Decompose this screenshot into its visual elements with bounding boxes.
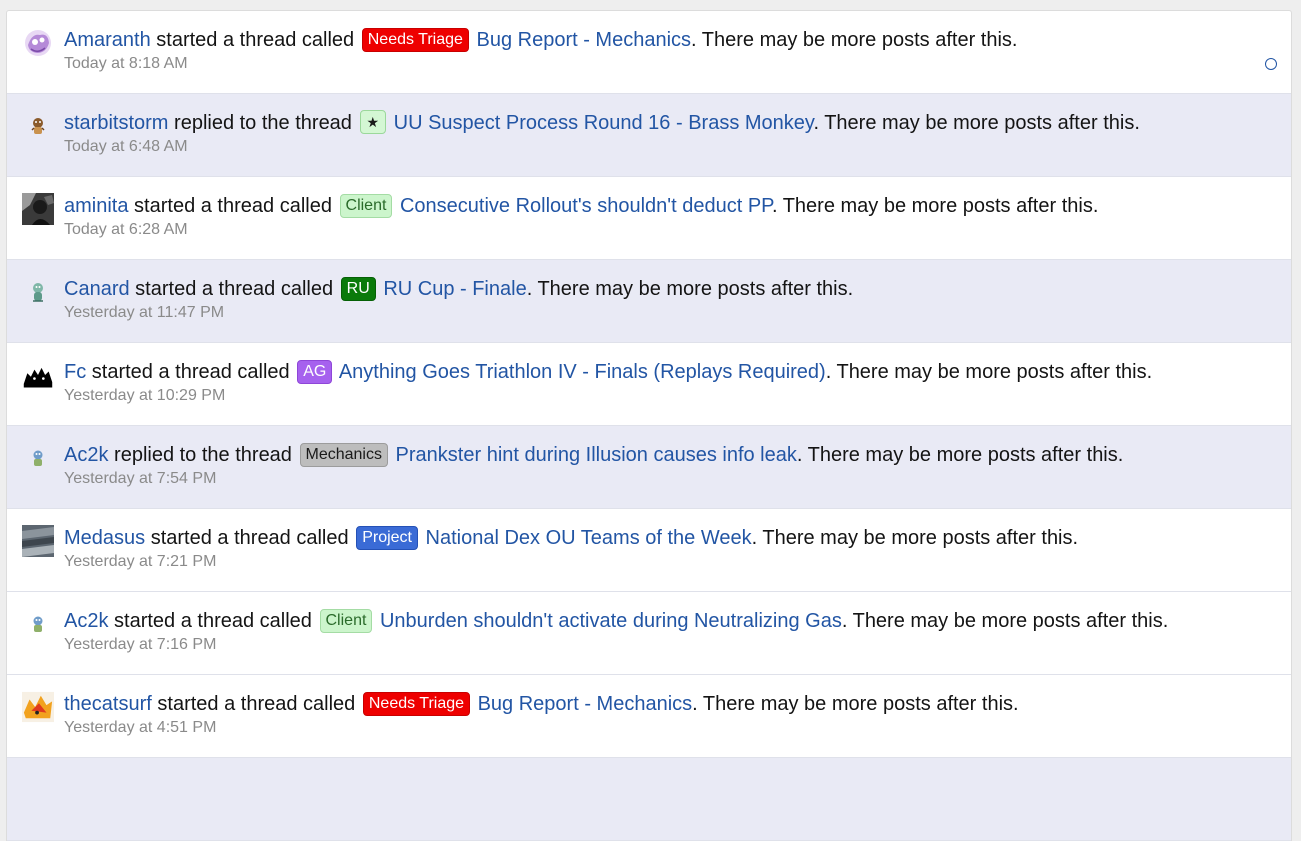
thread-prefix-badge[interactable]: Needs Triage (361, 28, 469, 52)
avatar-amaranth-icon (25, 30, 51, 56)
avatar-aminita-icon (22, 193, 54, 225)
thread-link[interactable]: Prankster hint during Illusion causes in… (396, 444, 797, 466)
timestamp[interactable]: Yesterday at 4:51 PM (64, 718, 1231, 738)
action-text: replied to the thread (114, 444, 292, 466)
thread-link[interactable]: UU Suspect Process Round 16 - Brass Monk… (394, 112, 814, 134)
feed-item (7, 758, 1291, 841)
avatar[interactable] (22, 608, 54, 640)
timestamp[interactable]: Yesterday at 7:54 PM (64, 469, 1231, 489)
user-link[interactable]: Fc (64, 361, 86, 383)
suffix-text: . There may be more posts after this. (825, 361, 1153, 383)
feed-item: Canard started a thread called RU RU Cup… (7, 260, 1291, 343)
thread-link[interactable]: Consecutive Rollout's shouldn't deduct P… (400, 195, 772, 217)
user-link[interactable]: thecatsurf (64, 693, 152, 715)
action-text: started a thread called (91, 361, 290, 383)
avatar-starbitstorm-icon (31, 118, 45, 134)
user-link[interactable]: Ac2k (64, 610, 108, 632)
thread-prefix-badge[interactable]: Client (339, 194, 393, 218)
thread-prefix-badge[interactable]: Project (356, 526, 418, 550)
feed-item: Fc started a thread called AG Anything G… (7, 343, 1291, 426)
thread-link[interactable]: RU Cup - Finale (383, 278, 526, 300)
avatar[interactable] (22, 442, 54, 474)
feed-line: Amaranth started a thread called Needs T… (64, 27, 1231, 53)
avatar[interactable] (22, 276, 54, 308)
action-text: replied to the thread (174, 112, 352, 134)
user-link[interactable]: Canard (64, 278, 130, 300)
thread-link[interactable]: National Dex OU Teams of the Week (426, 527, 752, 549)
suffix-text: . There may be more posts after this. (841, 610, 1169, 632)
timestamp[interactable]: Yesterday at 7:16 PM (64, 635, 1231, 655)
suffix-text: . There may be more posts after this. (813, 112, 1140, 134)
feed-line: Canard started a thread called RU RU Cup… (64, 276, 1231, 302)
avatar[interactable] (22, 525, 54, 557)
feed-line: thecatsurf started a thread called Needs… (64, 691, 1231, 717)
feed-line: Ac2k started a thread called Client Unbu… (64, 608, 1231, 634)
action-text: started a thread called (135, 278, 334, 300)
thread-prefix-badge[interactable]: Needs Triage (362, 692, 471, 716)
feed-item: thecatsurf started a thread called Needs… (7, 675, 1291, 758)
user-link[interactable]: aminita (64, 195, 128, 217)
mark-read-icon[interactable] (1265, 58, 1277, 70)
action-text: started a thread called (157, 693, 356, 715)
thread-link[interactable]: Bug Report - Mechanics (478, 693, 693, 715)
feed-item: Ac2k replied to the thread Mechanics Pra… (7, 426, 1291, 509)
avatar[interactable] (22, 110, 54, 142)
thread-prefix-badge[interactable]: Client (319, 609, 373, 633)
thread-prefix-badge[interactable]: ★ (359, 110, 387, 134)
action-text: started a thread called (114, 610, 312, 632)
timestamp[interactable]: Today at 6:48 AM (64, 137, 1231, 157)
timestamp[interactable]: Yesterday at 11:47 PM (64, 303, 1231, 323)
feed-line: Fc started a thread called AG Anything G… (64, 359, 1231, 385)
user-link[interactable]: starbitstorm (64, 112, 168, 134)
avatar-fc-icon (23, 367, 53, 388)
avatar-medasus-icon (22, 525, 54, 557)
feed-item: aminita started a thread called Client C… (7, 177, 1291, 260)
feed-line: starbitstorm replied to the thread ★ UU … (64, 110, 1231, 136)
feed-line: Ac2k replied to the thread Mechanics Pra… (64, 442, 1231, 468)
avatar-canard-icon (33, 283, 43, 302)
suffix-text: . There may be more posts after this. (692, 693, 1019, 715)
suffix-text: . There may be more posts after this. (751, 527, 1079, 549)
action-text: started a thread called (156, 29, 355, 51)
user-link[interactable]: Amaranth (64, 29, 151, 51)
suffix-text: . There may be more posts after this. (691, 29, 1018, 51)
feed-line: Medasus started a thread called Project … (64, 525, 1231, 551)
thread-prefix-badge[interactable]: Mechanics (299, 443, 388, 467)
suffix-text: . There may be more posts after this. (526, 278, 854, 300)
thread-link[interactable]: Unburden shouldn't activate during Neutr… (380, 610, 842, 632)
feed-item: Ac2k started a thread called Client Unbu… (7, 592, 1291, 675)
avatar[interactable] (22, 359, 54, 391)
feed-line: aminita started a thread called Client C… (64, 193, 1231, 219)
avatar-ac2k-icon (33, 450, 43, 466)
thread-prefix-badge[interactable]: AG (297, 360, 333, 384)
timestamp[interactable]: Yesterday at 10:29 PM (64, 386, 1231, 406)
user-link[interactable]: Ac2k (64, 444, 108, 466)
avatar-thecatsurf-icon (22, 691, 54, 723)
avatar[interactable] (22, 691, 54, 723)
suffix-text: . There may be more posts after this. (771, 195, 1099, 217)
suffix-text: . There may be more posts after this. (796, 444, 1124, 466)
timestamp[interactable]: Yesterday at 7:21 PM (64, 552, 1231, 572)
user-link[interactable]: Medasus (64, 527, 145, 549)
thread-link[interactable]: Bug Report - Mechanics (476, 29, 691, 51)
activity-feed: Amaranth started a thread called Needs T… (6, 10, 1292, 841)
avatar-ac2k-icon (33, 616, 43, 632)
feed-item: Amaranth started a thread called Needs T… (7, 11, 1291, 94)
thread-link[interactable]: Anything Goes Triathlon IV - Finals (Rep… (339, 361, 826, 383)
avatar[interactable] (22, 27, 54, 59)
timestamp[interactable]: Today at 6:28 AM (64, 220, 1231, 240)
feed-item: Medasus started a thread called Project … (7, 509, 1291, 592)
action-text: started a thread called (150, 527, 349, 549)
timestamp[interactable]: Today at 8:18 AM (64, 54, 1231, 74)
avatar[interactable] (22, 193, 54, 225)
action-text: started a thread called (134, 195, 332, 217)
feed-item: starbitstorm replied to the thread ★ UU … (7, 94, 1291, 177)
thread-prefix-badge[interactable]: RU (340, 277, 376, 301)
